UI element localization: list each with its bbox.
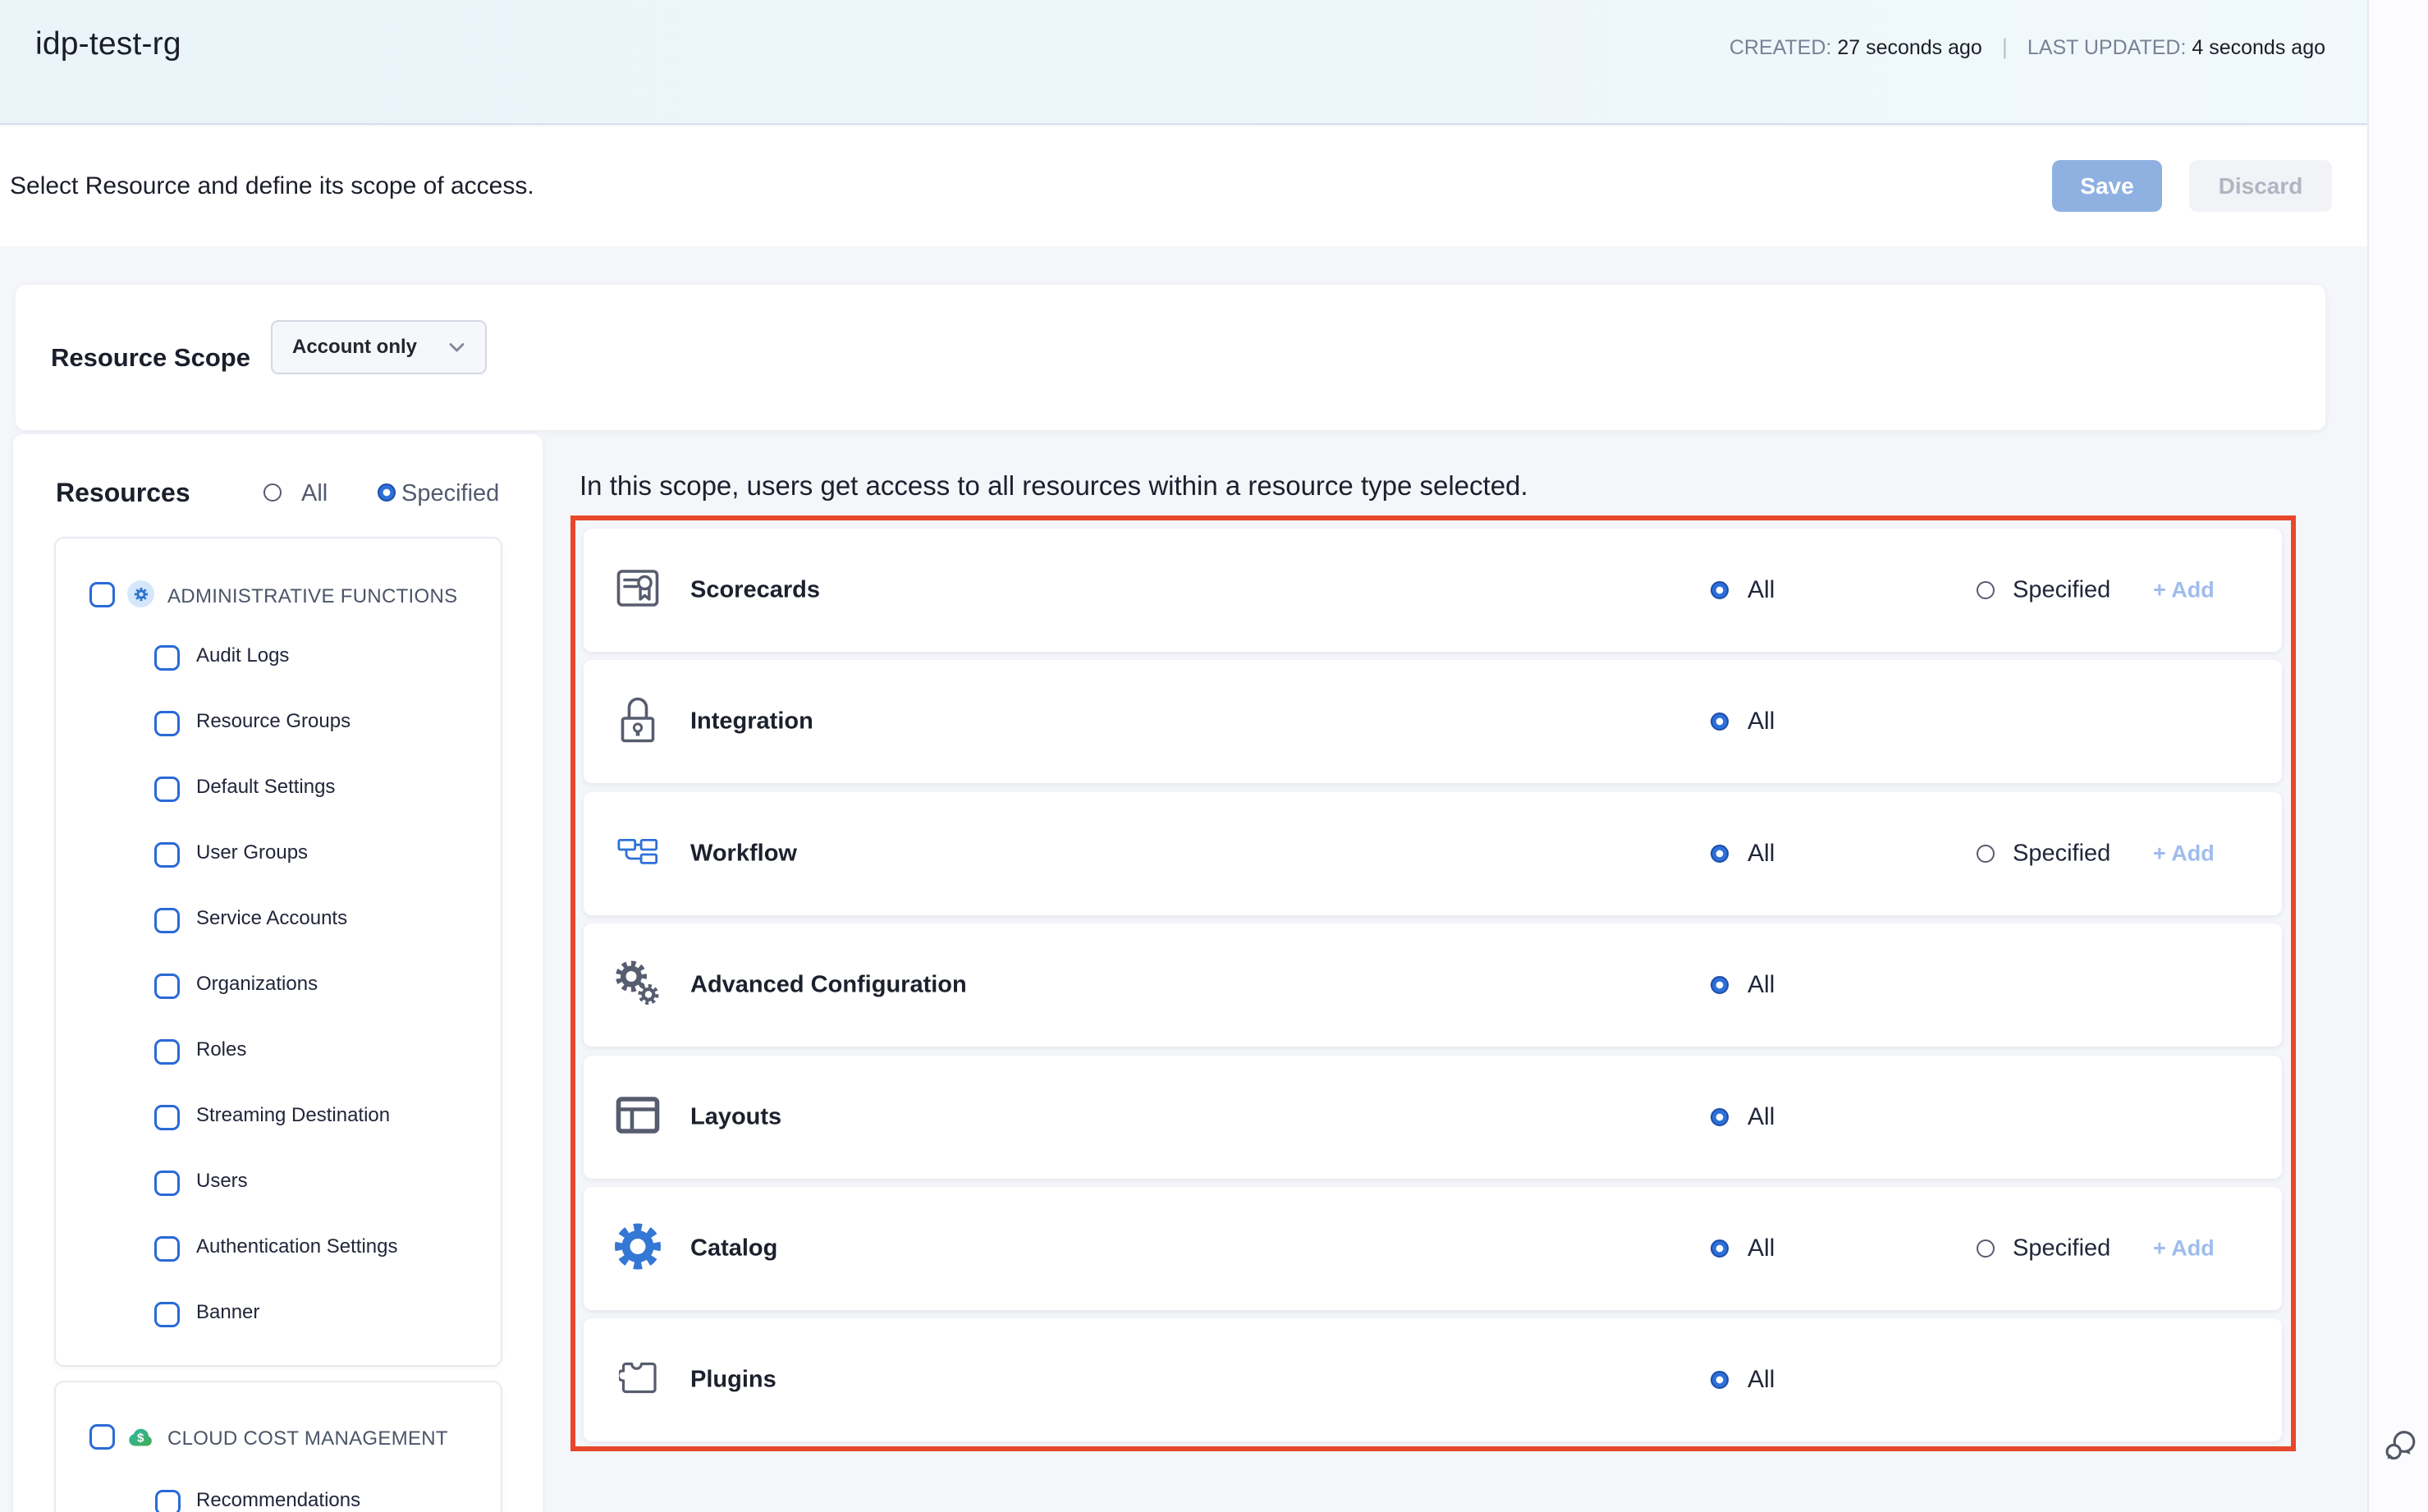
svg-text:$: $	[137, 1431, 144, 1445]
